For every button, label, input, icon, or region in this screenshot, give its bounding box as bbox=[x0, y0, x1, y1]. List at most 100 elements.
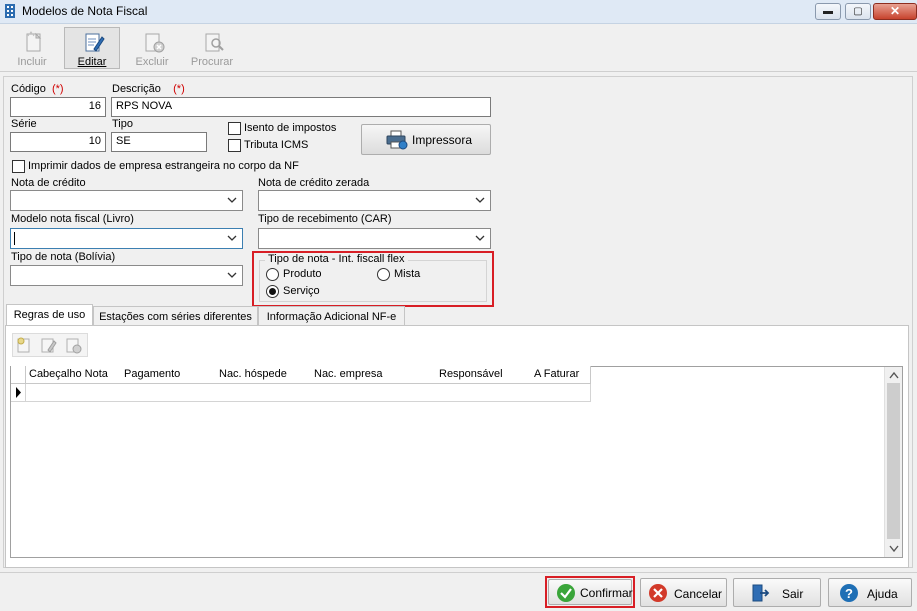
cancelar-label: Cancelar bbox=[674, 587, 723, 601]
tipo-label: Tipo bbox=[112, 118, 133, 130]
chevron-down-icon bbox=[227, 197, 237, 203]
check-icon bbox=[557, 584, 575, 602]
grid-vertical-scrollbar[interactable] bbox=[884, 367, 902, 557]
sair-label: Sair bbox=[782, 587, 804, 601]
nota-credito-label: Nota de crédito bbox=[11, 177, 86, 189]
grid-corner-cell bbox=[11, 366, 26, 384]
help-icon: ? bbox=[840, 584, 858, 602]
editar-button[interactable]: Editar bbox=[64, 27, 120, 69]
row-indicator[interactable] bbox=[11, 384, 26, 402]
serie-label: Série bbox=[11, 118, 37, 130]
grid-cell[interactable] bbox=[531, 384, 591, 402]
chevron-down-icon bbox=[227, 235, 237, 241]
close-icon: ✕ bbox=[889, 4, 901, 18]
toolbar: Incluir Editar Excluir Procurar bbox=[0, 24, 917, 72]
serie-field[interactable]: 10 bbox=[10, 132, 106, 152]
maximize-icon: ▢ bbox=[853, 6, 863, 17]
grid-header-a-faturar[interactable]: A Faturar bbox=[531, 366, 591, 384]
mista-radio[interactable] bbox=[377, 268, 390, 281]
excluir-label: Excluir bbox=[135, 56, 169, 68]
imprimir-estrangeira-checkbox[interactable] bbox=[12, 160, 25, 173]
scroll-thumb[interactable] bbox=[887, 383, 900, 539]
maximize-button[interactable]: ▢ bbox=[845, 3, 871, 20]
incluir-button[interactable]: Incluir bbox=[4, 27, 60, 69]
confirmar-button[interactable]: Confirmar bbox=[548, 579, 633, 605]
chevron-down-icon bbox=[227, 272, 237, 278]
modelo-livro-label: Modelo nota fiscal (Livro) bbox=[11, 213, 134, 225]
nota-credito-select[interactable] bbox=[10, 190, 243, 211]
imprimir-estrangeira-label: Imprimir dados de empresa estrangeira no… bbox=[28, 160, 299, 172]
nota-credito-zerada-select[interactable] bbox=[258, 190, 491, 211]
chevron-down-icon bbox=[475, 235, 485, 241]
text-cursor bbox=[14, 232, 15, 245]
grid-cell[interactable] bbox=[216, 384, 312, 402]
cancelar-button[interactable]: Cancelar bbox=[640, 578, 727, 607]
procurar-label: Procurar bbox=[190, 56, 234, 68]
servico-label: Serviço bbox=[283, 285, 320, 297]
nota-credito-zerada-label: Nota de crédito zerada bbox=[258, 177, 370, 189]
scroll-down-icon[interactable] bbox=[889, 545, 899, 553]
scroll-up-icon[interactable] bbox=[889, 371, 899, 379]
ajuda-button[interactable]: ? Ajuda bbox=[828, 578, 912, 607]
required-mark: (*) bbox=[51, 83, 64, 95]
grid-header-nac-empresa[interactable]: Nac. empresa bbox=[311, 366, 437, 384]
grid-cell[interactable] bbox=[436, 384, 532, 402]
grid-delete-icon[interactable] bbox=[64, 336, 82, 354]
grid-add-icon[interactable] bbox=[15, 336, 33, 354]
exit-door-icon bbox=[752, 584, 770, 602]
grid-header-nac-hospede[interactable]: Nac. hóspede bbox=[216, 366, 312, 384]
incluir-label: Incluir bbox=[17, 56, 47, 68]
excluir-button[interactable]: Excluir bbox=[124, 27, 180, 69]
printer-icon bbox=[386, 130, 408, 150]
minimize-button[interactable]: ▬ bbox=[815, 3, 841, 20]
grid-edit-icon[interactable] bbox=[39, 336, 57, 354]
grid-header-pagamento[interactable]: Pagamento bbox=[121, 366, 217, 384]
cancel-icon bbox=[649, 584, 667, 602]
chevron-down-icon bbox=[475, 197, 485, 203]
tab-estacoes-series[interactable]: Estações com séries diferentes bbox=[93, 306, 258, 326]
tab-label: Informação Adicional NF-e bbox=[266, 311, 397, 323]
tributa-icms-checkbox[interactable] bbox=[228, 139, 241, 152]
procurar-button[interactable]: Procurar bbox=[184, 27, 240, 69]
impressora-button[interactable]: Impressora bbox=[361, 124, 491, 155]
app-icon bbox=[5, 4, 15, 18]
grid-cell[interactable] bbox=[26, 384, 122, 402]
delete-document-icon bbox=[145, 33, 165, 53]
window-title: Modelos de Nota Fiscal bbox=[22, 4, 148, 18]
tab-informacao-adicional[interactable]: Informação Adicional NF-e bbox=[258, 306, 405, 326]
tributa-icms-label: Tributa ICMS bbox=[244, 139, 309, 151]
tipo-nota-flex-legend: Tipo de nota - Int. fiscall flex bbox=[265, 253, 408, 265]
new-document-icon bbox=[26, 31, 42, 52]
close-button[interactable]: ✕ bbox=[873, 3, 917, 20]
tipo-field[interactable]: SE bbox=[111, 132, 207, 152]
modelo-livro-select[interactable] bbox=[10, 228, 243, 249]
grid-cell[interactable] bbox=[311, 384, 437, 402]
isento-checkbox[interactable] bbox=[228, 122, 241, 135]
editar-label: Editar bbox=[77, 56, 107, 68]
sair-button[interactable]: Sair bbox=[733, 578, 821, 607]
codigo-field[interactable]: 16 bbox=[10, 97, 106, 117]
isento-label: Isento de impostos bbox=[244, 122, 337, 134]
confirmar-label: Confirmar bbox=[580, 586, 633, 600]
servico-radio[interactable] bbox=[266, 285, 279, 298]
tab-label: Regras de uso bbox=[13, 309, 86, 321]
descricao-label: Descrição (*) bbox=[112, 83, 185, 95]
tab-regras-de-uso[interactable]: Regras de uso bbox=[6, 304, 93, 326]
descricao-field[interactable]: RPS NOVA bbox=[111, 97, 491, 117]
current-row-arrow-icon bbox=[16, 387, 21, 398]
tipo-nota-bolivia-select[interactable] bbox=[10, 265, 243, 286]
tab-label: Estações com séries diferentes bbox=[99, 311, 252, 323]
codigo-label: Código (*) bbox=[11, 83, 64, 95]
svg-text:?: ? bbox=[845, 586, 853, 601]
grid-header-cabecalho[interactable]: Cabeçalho Nota bbox=[26, 366, 122, 384]
edit-document-icon bbox=[85, 33, 105, 52]
ajuda-label: Ajuda bbox=[867, 587, 898, 601]
tipo-nota-bolivia-label: Tipo de nota (Bolívia) bbox=[11, 251, 116, 263]
produto-radio[interactable] bbox=[266, 268, 279, 281]
impressora-label: Impressora bbox=[412, 133, 473, 147]
grid-header-responsavel[interactable]: Responsável bbox=[436, 366, 532, 384]
required-mark: (*) bbox=[173, 83, 185, 95]
minimize-icon: ▬ bbox=[823, 6, 833, 17]
tipo-recebimento-select[interactable] bbox=[258, 228, 491, 249]
grid-cell[interactable] bbox=[121, 384, 217, 402]
